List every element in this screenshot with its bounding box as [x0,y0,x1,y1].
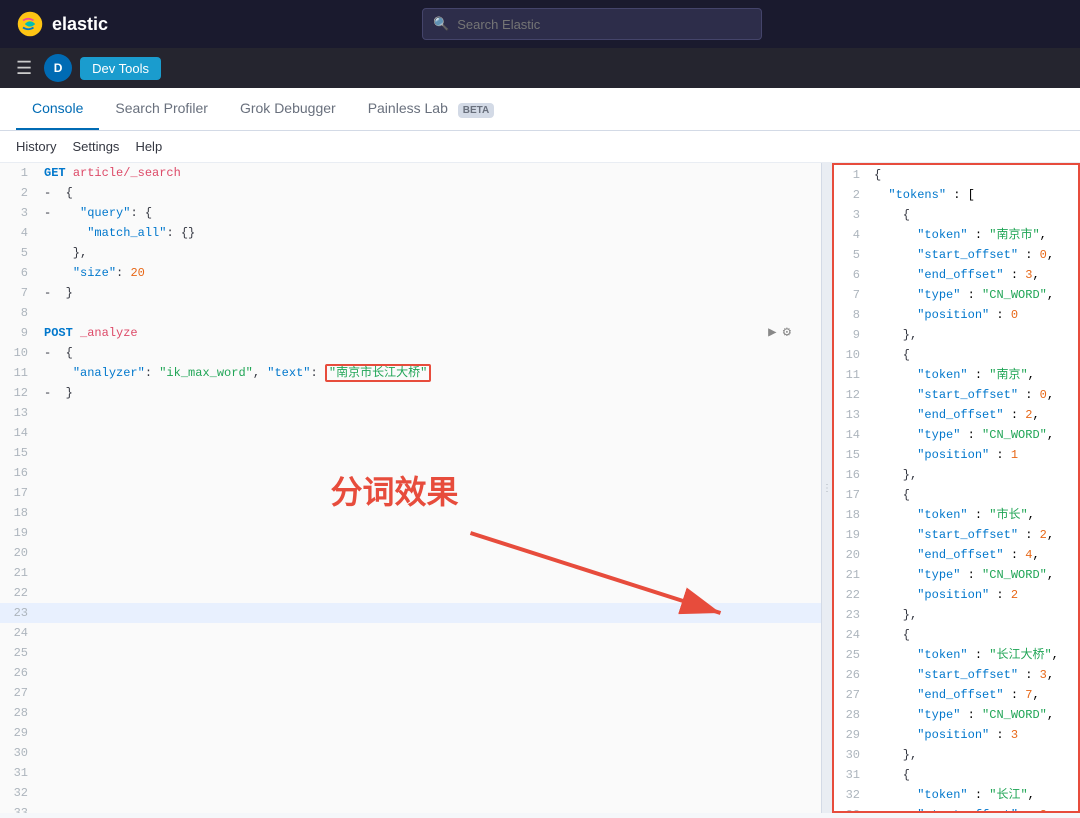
list-item: 4 "token" : "南京市", [834,225,1078,245]
table-row: 18 [0,503,821,523]
toolbar: ☰ D Dev Tools [0,48,1080,88]
list-item: 25 "token" : "长江大桥", [834,645,1078,665]
list-item: 18 "token" : "市长", [834,505,1078,525]
list-item: 33 "start_offset" : 3, [834,805,1078,811]
list-item: 1 { [834,165,1078,185]
table-row: 32 [0,783,821,803]
list-item: 30 }, [834,745,1078,765]
table-row: 23 [0,603,821,623]
table-row: 6 "size": 20 [0,263,821,283]
search-icon: 🔍 [433,16,449,32]
table-row: 10 - { [0,343,821,363]
menu-history[interactable]: History [16,135,56,158]
divider-icon: ⋮ [822,483,832,494]
menu-help[interactable]: Help [135,135,162,158]
list-item: 27 "end_offset" : 7, [834,685,1078,705]
beta-badge: BETA [458,103,494,118]
tab-bar: Console Search Profiler Grok Debugger Pa… [0,88,1080,131]
list-item: 19 "start_offset" : 2, [834,525,1078,545]
table-row: 1 GET article/_search [0,163,821,183]
table-row: 15 [0,443,821,463]
list-item: 10 { [834,345,1078,365]
table-row: 5 }, [0,243,821,263]
navbar: elastic 🔍 [0,0,1080,48]
logo-text: elastic [52,14,108,35]
panel-divider[interactable]: ⋮ [822,163,832,813]
avatar-button[interactable]: D [44,54,72,82]
table-row: 17 [0,483,821,503]
list-item: 8 "position" : 0 [834,305,1078,325]
table-row: 28 [0,703,821,723]
list-item: 6 "end_offset" : 3, [834,265,1078,285]
list-item: 32 "token" : "长江", [834,785,1078,805]
tab-painless-lab[interactable]: Painless Lab BETA [352,88,511,130]
table-row: 33 [0,803,821,813]
tab-console[interactable]: Console [16,88,99,130]
table-row: 30 [0,743,821,763]
table-row: 16 [0,463,821,483]
list-item: 26 "start_offset" : 3, [834,665,1078,685]
table-row: 9 POST _analyze ▶ ⚙ [0,323,821,343]
table-row: 29 [0,723,821,743]
list-item: 7 "type" : "CN_WORD", [834,285,1078,305]
table-row: 7 - } [0,283,821,303]
table-row: 3 - "query": { [0,203,821,223]
output-panel: 1 { 2 "tokens" : [ 3 { 4 "token" : "南京市"… [832,163,1080,813]
table-row: 27 [0,683,821,703]
table-row: 13 [0,403,821,423]
table-row: 22 [0,583,821,603]
table-row: 20 [0,543,821,563]
editor-content[interactable]: 1 GET article/_search 2 - { 3 - "query":… [0,163,821,813]
output-content[interactable]: 1 { 2 "tokens" : [ 3 { 4 "token" : "南京市"… [834,165,1078,811]
list-item: 17 { [834,485,1078,505]
table-row: 11 "analyzer": "ik_max_word", "text": "南… [0,363,821,383]
table-row: 21 [0,563,821,583]
list-item: 14 "type" : "CN_WORD", [834,425,1078,445]
list-item: 21 "type" : "CN_WORD", [834,565,1078,585]
editor-panel: 1 GET article/_search 2 - { 3 - "query":… [0,163,822,813]
table-row: 8 [0,303,821,323]
list-item: 31 { [834,765,1078,785]
menu-bar: History Settings Help [0,131,1080,163]
list-item: 24 { [834,625,1078,645]
table-row: 12 - } [0,383,821,403]
run-icon[interactable]: ▶ [768,323,776,343]
list-item: 16 }, [834,465,1078,485]
list-item: 20 "end_offset" : 4, [834,545,1078,565]
list-item: 13 "end_offset" : 2, [834,405,1078,425]
list-item: 29 "position" : 3 [834,725,1078,745]
list-item: 15 "position" : 1 [834,445,1078,465]
list-item: 5 "start_offset" : 0, [834,245,1078,265]
tab-search-profiler[interactable]: Search Profiler [99,88,224,130]
search-input[interactable] [457,17,751,32]
logo: elastic [16,10,108,38]
main-content: 1 GET article/_search 2 - { 3 - "query":… [0,163,1080,813]
list-item: 9 }, [834,325,1078,345]
elastic-logo-icon [16,10,44,38]
settings-icon[interactable]: ⚙ [783,323,791,343]
table-row: 24 [0,623,821,643]
hamburger-button[interactable]: ☰ [12,54,36,83]
table-row: 14 [0,423,821,443]
list-item: 23 }, [834,605,1078,625]
table-row: 2 - { [0,183,821,203]
table-row: 25 [0,643,821,663]
list-item: 22 "position" : 2 [834,585,1078,605]
editor-actions: ▶ ⚙ [768,323,791,343]
table-row: 26 [0,663,821,683]
menu-settings[interactable]: Settings [72,135,119,158]
list-item: 28 "type" : "CN_WORD", [834,705,1078,725]
table-row: 31 [0,763,821,783]
dev-tools-button[interactable]: Dev Tools [80,57,161,80]
list-item: 11 "token" : "南京", [834,365,1078,385]
table-row: 19 [0,523,821,543]
search-bar[interactable]: 🔍 [422,8,762,40]
table-row: 4 "match_all": {} [0,223,821,243]
tab-grok-debugger[interactable]: Grok Debugger [224,88,352,130]
list-item: 3 { [834,205,1078,225]
list-item: 2 "tokens" : [ [834,185,1078,205]
list-item: 12 "start_offset" : 0, [834,385,1078,405]
